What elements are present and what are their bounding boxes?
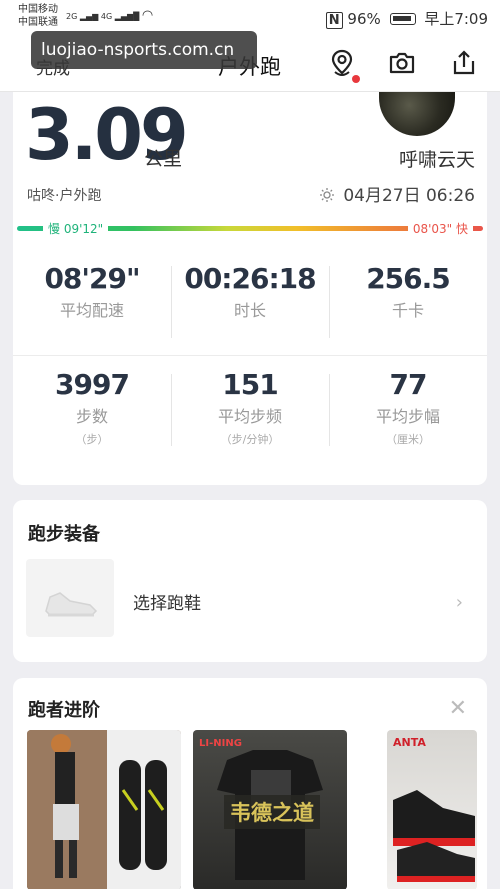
divider: [171, 266, 172, 338]
carrier-info: 中国移动 中国联通: [18, 3, 58, 29]
stat-steps: 3997 步数 （步）: [13, 368, 171, 447]
divider: [13, 355, 487, 356]
stat-avg-pace: 08'29" 平均配速: [13, 262, 171, 321]
stat-value: 00:26:18: [184, 262, 316, 295]
stat-duration: 00:26:18 时长: [171, 262, 329, 321]
select-shoe-label: 选择跑鞋: [133, 594, 201, 614]
chevron-right-icon: ›: [455, 592, 463, 613]
sun-icon: [320, 188, 335, 202]
promo-image-tshirt[interactable]: LI-NING 韦德之道: [193, 730, 347, 889]
clock: 早上7:09: [424, 10, 488, 28]
section-title: 跑步装备: [28, 524, 100, 545]
pace-slow-label: 慢 09'12": [43, 220, 109, 237]
stat-label: 时长: [233, 301, 266, 320]
carrier-1: 中国移动: [18, 4, 58, 15]
stat-label: 平均配速: [59, 301, 124, 320]
runner-advanced-card: 跑者进阶 ✕ LI-NING 韦德之道 ANTA: [13, 678, 487, 889]
network-type-2: 4G: [100, 12, 113, 21]
camera-icon[interactable]: [387, 48, 417, 78]
location-pin-icon[interactable]: [327, 48, 357, 78]
run-summary-card: 3.09 公里 呼啸云天 咕咚·户外跑 04月27日 06:26 慢 09'12…: [13, 92, 487, 485]
status-right: N 96% 早上7:09: [325, 8, 488, 29]
signal-icons: 2G ▂▄▆ 4G ▂▄▆█ ◠: [66, 8, 153, 23]
signal-icon-2: ▂▄▆█: [114, 12, 140, 21]
datetime-text: 04月27日 06:26: [343, 186, 475, 206]
sneaker-illustration: [393, 790, 475, 882]
battery-icon: [389, 13, 416, 25]
shoe-thumbnail: [26, 559, 114, 637]
share-icon[interactable]: [449, 48, 479, 78]
divider: [329, 266, 330, 338]
running-gear-card: 跑步装备 选择跑鞋 ›: [13, 500, 487, 662]
stat-unit: （步/分钟）: [220, 433, 280, 446]
stat-cadence: 151 平均步频 （步/分钟）: [171, 368, 329, 447]
run-datetime: 04月27日 06:26: [319, 181, 475, 206]
stat-calories: 256.5 千卡: [329, 262, 487, 321]
battery-percent: 96%: [347, 10, 381, 28]
stat-value: 151: [222, 368, 278, 401]
sport-type: 咕咚·户外跑: [27, 188, 102, 204]
nfc-icon: N: [325, 12, 343, 29]
watermark-banner: luojiao-nsports.com.cn: [31, 31, 257, 69]
promo-image-knee-pads[interactable]: [27, 730, 181, 889]
stat-label: 千卡: [391, 301, 424, 320]
username: 呼啸云天: [398, 149, 475, 171]
stat-value: 77: [389, 368, 428, 401]
stat-label: 步数: [75, 407, 108, 426]
status-bar: 中国移动 中国联通 2G ▂▄▆ 4G ▂▄▆█ ◠ N 96% 早上7:09: [0, 0, 500, 34]
stat-value: 08'29": [44, 262, 140, 295]
stat-unit: （步）: [75, 433, 109, 446]
athlete-illustration: [27, 730, 181, 889]
stat-value: 256.5: [366, 262, 451, 295]
pace-fast-label: 08'03" 快: [407, 220, 473, 237]
notification-dot: [352, 75, 360, 83]
divider: [329, 374, 330, 446]
promo-image-shoes[interactable]: ANTA: [387, 730, 477, 889]
avatar[interactable]: [379, 92, 455, 136]
stat-stride: 77 平均步幅 （厘米）: [329, 368, 487, 447]
stat-value: 3997: [55, 368, 130, 401]
stat-unit: （厘米）: [386, 433, 430, 446]
network-type-1: 2G: [66, 12, 78, 21]
shoe-icon: [45, 592, 98, 617]
wifi-icon: ◠: [141, 8, 154, 23]
stat-label: 平均步幅: [375, 407, 440, 426]
signal-icon: ▂▄▆: [79, 12, 99, 21]
section-title: 跑者进阶: [28, 700, 100, 721]
promo-text: 韦德之道: [224, 795, 320, 829]
stat-label: 平均步频: [217, 407, 282, 426]
carrier-2: 中国联通: [18, 17, 58, 28]
close-icon[interactable]: ✕: [449, 696, 467, 721]
divider: [171, 374, 172, 446]
distance-unit: 公里: [144, 148, 183, 170]
